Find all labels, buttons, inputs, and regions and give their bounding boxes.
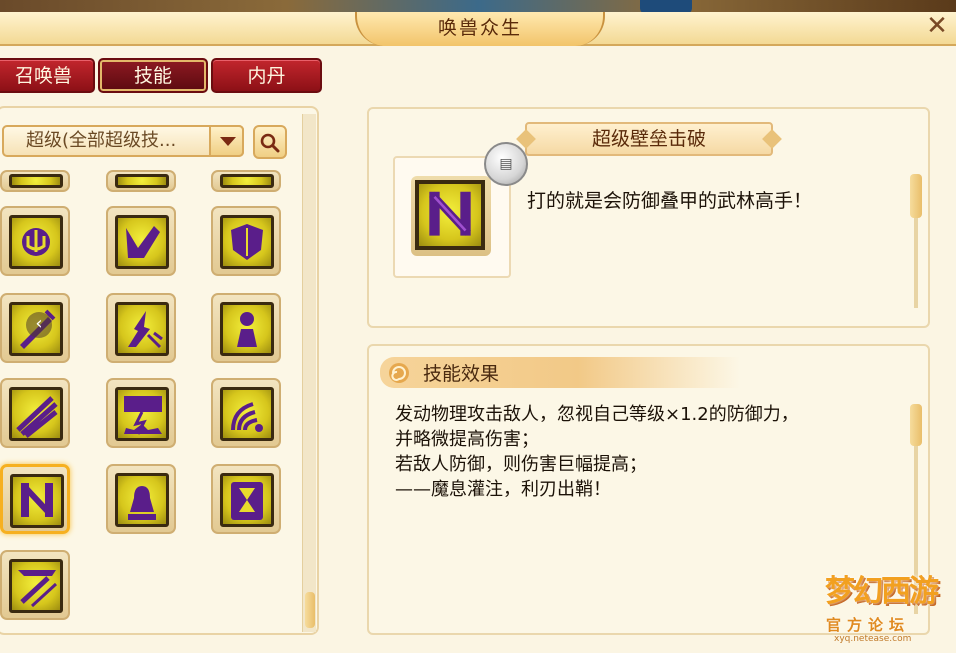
skill-list-scrollbar[interactable] bbox=[302, 114, 316, 632]
watermark-logo: 梦幻西游 bbox=[825, 574, 939, 609]
tab-summon[interactable]: 召唤兽 bbox=[0, 58, 95, 93]
title-bar: 唤兽众生 bbox=[0, 12, 956, 46]
effect-line: 并略微提高伤害； bbox=[395, 429, 539, 450]
shield-break-icon bbox=[415, 180, 485, 250]
effect-line: 若敌人防御，则伤害巨幅提高； bbox=[395, 454, 647, 475]
wave-icon bbox=[220, 387, 274, 441]
skill-slot[interactable] bbox=[106, 206, 176, 276]
partial-icon bbox=[9, 174, 63, 188]
forum-watermark: 梦幻西游 官方论坛 xyq.netease.com bbox=[812, 570, 950, 648]
partial-icon bbox=[220, 174, 274, 188]
scrollbar-thumb[interactable] bbox=[305, 592, 315, 628]
skill-short-description: 打的就是会防御叠甲的武林高手！ bbox=[527, 190, 813, 212]
hourglass-icon bbox=[220, 473, 274, 527]
scrollbar-thumb[interactable] bbox=[910, 174, 922, 218]
figure-icon bbox=[220, 302, 274, 356]
skill-name: 超级壁垒击破 bbox=[525, 122, 773, 156]
partial-icon bbox=[115, 174, 169, 188]
skill-slot[interactable] bbox=[211, 293, 281, 363]
swirl-icon bbox=[389, 363, 409, 383]
broken-arm-icon bbox=[115, 215, 169, 269]
skill-slot[interactable] bbox=[106, 464, 176, 534]
skill-slot[interactable] bbox=[211, 464, 281, 534]
nav-left-button[interactable]: ‹ bbox=[26, 312, 52, 338]
scroll-icon: ▤ bbox=[484, 142, 528, 186]
skill-slot[interactable] bbox=[0, 550, 70, 620]
skill-slot[interactable] bbox=[211, 378, 281, 448]
skill-slot[interactable] bbox=[0, 378, 70, 448]
lightning-ground-icon bbox=[115, 387, 169, 441]
watermark-subtitle: 官方论坛 bbox=[826, 616, 911, 634]
search-button[interactable] bbox=[253, 125, 287, 159]
bell-icon bbox=[115, 473, 169, 527]
window-title: 唤兽众生 bbox=[355, 12, 605, 46]
skill-slot[interactable] bbox=[106, 293, 176, 363]
close-button[interactable]: ✕ bbox=[924, 13, 950, 40]
filter-dropdown[interactable]: 超级(全部超级技... bbox=[2, 125, 244, 157]
skill-slot[interactable] bbox=[211, 206, 281, 276]
lightning-burst-icon bbox=[115, 302, 169, 356]
detail-scrollbar[interactable] bbox=[910, 174, 922, 308]
shield-icon bbox=[220, 215, 274, 269]
shield-break-icon bbox=[10, 474, 64, 528]
effect-title: 技能效果 bbox=[423, 363, 500, 385]
spear-icon bbox=[9, 559, 63, 613]
effect-line: ——魔息灌注，利刃出鞘！ bbox=[395, 479, 611, 500]
chevron-down-icon[interactable] bbox=[209, 125, 244, 157]
skill-slot[interactable] bbox=[106, 170, 176, 192]
skill-slot[interactable] bbox=[0, 170, 70, 192]
search-icon bbox=[260, 133, 280, 153]
watermark-url: xyq.netease.com bbox=[834, 634, 912, 644]
skill-slot[interactable] bbox=[0, 464, 70, 534]
skill-slot[interactable] bbox=[211, 170, 281, 192]
sun-trident-icon bbox=[9, 215, 63, 269]
effect-line: 发动物理攻击敌人，忽视自己等级×1.2的防御力， bbox=[395, 404, 799, 425]
skill-slot[interactable] bbox=[0, 206, 70, 276]
claw-strike-icon bbox=[9, 387, 63, 441]
effect-description: 发动物理攻击敌人，忽视自己等级×1.2的防御力， 并略微提高伤害； 若敌人防御，… bbox=[395, 402, 895, 502]
scrollbar-thumb[interactable] bbox=[910, 404, 922, 446]
tab-skill[interactable]: 技能 bbox=[98, 58, 208, 93]
skill-slot[interactable] bbox=[106, 378, 176, 448]
tab-inner-elixir[interactable]: 内丹 bbox=[211, 58, 322, 93]
